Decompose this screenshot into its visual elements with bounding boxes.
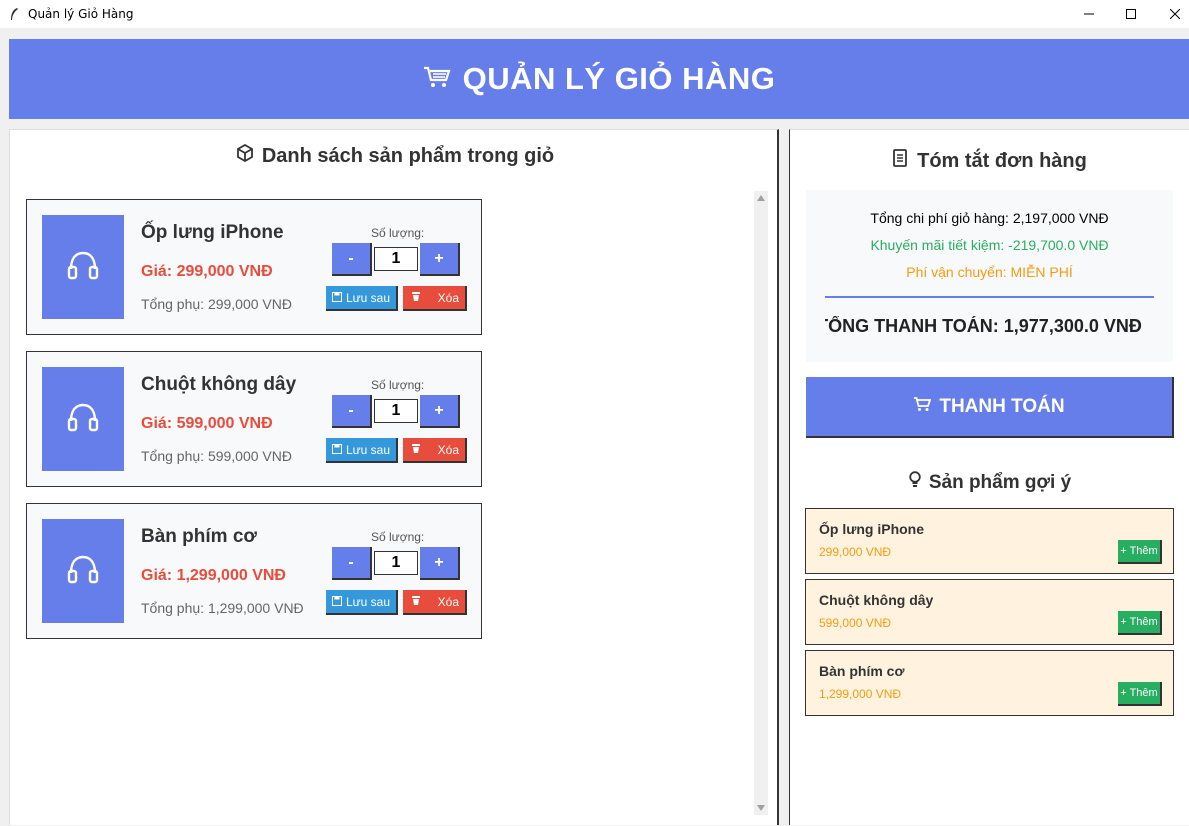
increase-quantity-button[interactable]: +	[420, 395, 460, 428]
suggestion-item: Chuột không dây 599,000 VNĐ + Thêm	[805, 579, 1174, 645]
cart-total: Tổng chi phí giỏ hàng: 2,197,000 VNĐ	[870, 210, 1109, 226]
quantity-input[interactable]: 1	[374, 399, 418, 423]
decrease-quantity-button[interactable]: -	[332, 395, 372, 428]
save-for-later-label: Lưu sau	[345, 442, 391, 457]
add-suggestion-button[interactable]: + Thêm	[1118, 540, 1162, 564]
app-header: QUẢN LÝ GIỎ HÀNG	[9, 39, 1189, 119]
suggestion-name: Bàn phím cơ	[819, 663, 905, 679]
page-title: QUẢN LÝ GIỎ HÀNG	[462, 61, 776, 96]
product-name: Ốp lưng iPhone	[141, 222, 284, 243]
vertical-scrollbar[interactable]	[754, 191, 768, 815]
product-price: Giá: 1,299,000 VNĐ	[141, 567, 286, 584]
floppy-disk-icon	[331, 291, 342, 305]
product-price: Giá: 599,000 VNĐ	[141, 415, 273, 432]
suggestion-name: Chuột không dây	[819, 592, 934, 608]
summary-divider	[825, 296, 1154, 298]
product-price: Giá: 299,000 VNĐ	[141, 263, 273, 280]
maximize-button[interactable]	[1108, 0, 1154, 28]
trash-icon	[411, 443, 421, 457]
save-for-later-button[interactable]: Lưu sau	[326, 438, 398, 463]
lightbulb-icon	[909, 471, 921, 494]
cart-title: Danh sách sản phẩm trong giỏ	[10, 143, 780, 168]
checkout-label: THANH TOÁN	[939, 395, 1065, 417]
headphones-icon	[66, 248, 100, 287]
add-suggestion-button[interactable]: + Thêm	[1118, 611, 1162, 635]
increase-quantity-button[interactable]: +	[420, 547, 460, 580]
quantity-label: Số lượng:	[371, 226, 425, 240]
scroll-down-arrow-icon[interactable]	[757, 805, 765, 811]
quantity-label: Số lượng:	[371, 530, 425, 544]
save-for-later-label: Lưu sau	[345, 290, 391, 305]
close-button[interactable]	[1152, 0, 1189, 28]
delete-label: Xóa	[437, 290, 459, 305]
save-for-later-label: Lưu sau	[345, 594, 391, 609]
quantity-input[interactable]: 1	[374, 247, 418, 271]
product-name: Chuột không dây	[141, 374, 297, 395]
delete-label: Xóa	[437, 594, 459, 609]
increase-quantity-button[interactable]: +	[420, 243, 460, 276]
product-thumbnail	[42, 519, 124, 623]
suggestion-name: Ốp lưng iPhone	[819, 521, 925, 537]
product-thumbnail	[42, 367, 124, 471]
quantity-input[interactable]: 1	[374, 551, 418, 575]
cart-panel: Danh sách sản phẩm trong giỏ Ốp lưng iPh…	[9, 129, 779, 825]
shipping-fee: Phí vận chuyển: MIỄN PHÍ	[906, 264, 1073, 280]
product-subtotal: Tổng phụ: 599,000 VNĐ	[141, 448, 292, 464]
suggestions-title-text: Sản phẩm gợi ý	[928, 471, 1072, 493]
suggestion-price: 299,000 VNĐ	[819, 545, 892, 559]
summary-title: Tóm tắt đơn hàng	[790, 149, 1189, 173]
trash-icon	[411, 291, 421, 305]
delete-button[interactable]: Xóa	[403, 590, 467, 615]
scroll-up-arrow-icon[interactable]	[757, 195, 765, 201]
order-summary-box: Tổng chi phí giỏ hàng: 2,197,000 VNĐ Khu…	[806, 190, 1173, 362]
cart-item: Chuột không dây Giá: 599,000 VNĐ Tổng ph…	[26, 351, 482, 487]
suggestion-item: Bàn phím cơ 1,299,000 VNĐ + Thêm	[805, 650, 1174, 716]
add-suggestion-button[interactable]: + Thêm	[1118, 682, 1162, 706]
grand-total-text: TỔNG THANH TOÁN: 1,977,300.0 VNĐ	[825, 316, 1142, 336]
decrease-quantity-button[interactable]: -	[332, 547, 372, 580]
headphones-icon	[66, 552, 100, 591]
floppy-disk-icon	[331, 443, 342, 457]
delete-button[interactable]: Xóa	[403, 286, 467, 311]
product-subtotal: Tổng phụ: 1,299,000 VNĐ	[141, 600, 304, 616]
summary-title-text: Tóm tắt đơn hàng	[917, 149, 1087, 172]
suggestion-item: Ốp lưng iPhone 299,000 VNĐ + Thêm	[805, 508, 1174, 574]
receipt-icon	[893, 149, 908, 173]
quantity-label: Số lượng:	[371, 378, 425, 392]
window-title: Quản lý Giỏ Hàng	[28, 7, 134, 21]
cart-icon	[423, 65, 451, 94]
decrease-quantity-button[interactable]: -	[332, 243, 372, 276]
discount-amount: Khuyến mãi tiết kiệm: -219,700.0 VNĐ	[870, 237, 1109, 253]
minimize-button[interactable]	[1066, 0, 1112, 28]
suggestion-price: 1,299,000 VNĐ	[819, 687, 902, 701]
delete-label: Xóa	[437, 442, 459, 457]
product-subtotal: Tổng phụ: 299,000 VNĐ	[141, 296, 292, 312]
suggestion-price: 599,000 VNĐ	[819, 616, 892, 630]
package-icon	[236, 143, 254, 168]
grand-total: TỔNG THANH TOÁN: 1,977,300.0 VNĐ	[825, 316, 1154, 337]
save-for-later-button[interactable]: Lưu sau	[326, 590, 398, 615]
feather-icon	[9, 7, 21, 21]
cart-icon	[913, 396, 932, 418]
summary-panel: Tóm tắt đơn hàng Tổng chi phí giỏ hàng: …	[789, 129, 1189, 825]
cart-item: Ốp lưng iPhone Giá: 299,000 VNĐ Tổng phụ…	[26, 199, 482, 335]
suggestions-title: Sản phẩm gợi ý	[790, 471, 1189, 494]
window-titlebar: Quản lý Giỏ Hàng	[0, 0, 1189, 28]
cart-item: Bàn phím cơ Giá: 1,299,000 VNĐ Tổng phụ:…	[26, 503, 482, 639]
product-thumbnail	[42, 215, 124, 319]
cart-title-text: Danh sách sản phẩm trong giỏ	[261, 144, 555, 167]
delete-button[interactable]: Xóa	[403, 438, 467, 463]
headphones-icon	[66, 400, 100, 439]
checkout-button[interactable]: THANH TOÁN	[806, 377, 1174, 438]
save-for-later-button[interactable]: Lưu sau	[326, 286, 398, 311]
floppy-disk-icon	[331, 595, 342, 609]
trash-icon	[411, 595, 421, 609]
product-name: Bàn phím cơ	[141, 526, 257, 547]
